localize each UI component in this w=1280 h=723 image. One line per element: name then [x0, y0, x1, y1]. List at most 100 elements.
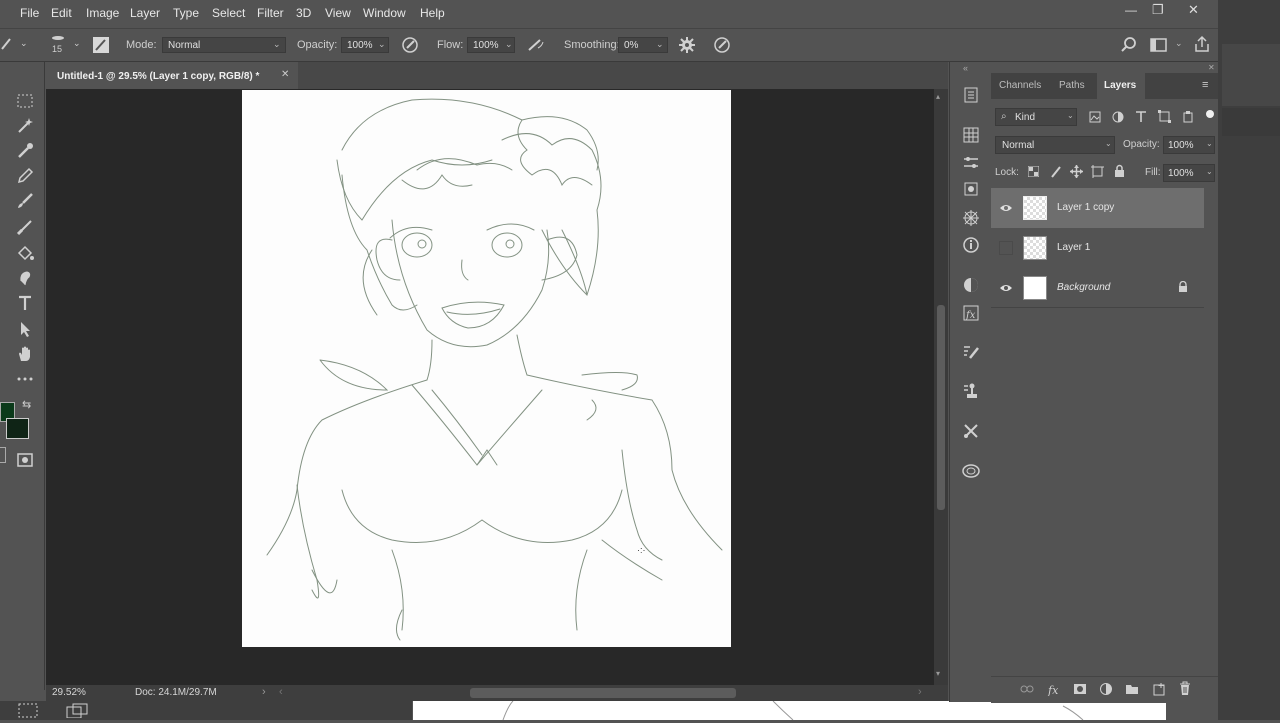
filter-adjustment-icon[interactable]	[1112, 111, 1124, 123]
filter-shape-icon[interactable]	[1158, 110, 1171, 123]
scroll-right-icon[interactable]: ›	[918, 686, 922, 698]
path-selection-tool-icon[interactable]	[14, 318, 36, 340]
screen-mode-icon[interactable]	[18, 703, 38, 718]
lock-artboard-icon[interactable]	[1091, 165, 1104, 178]
layer-style-icon[interactable]: fx	[1047, 682, 1061, 697]
tab-channels[interactable]: Channels	[999, 80, 1041, 91]
tab-paths[interactable]: Paths	[1059, 80, 1085, 91]
eye-icon[interactable]	[999, 201, 1013, 215]
smoothing-chevron-icon[interactable]: ⌄	[656, 39, 664, 50]
scroll-left-icon[interactable]: ‹	[279, 686, 283, 698]
styles-icon[interactable]: fx	[960, 302, 982, 324]
menu-file[interactable]: File	[20, 6, 39, 20]
brush-settings-icon[interactable]	[92, 36, 110, 54]
opacity-chevron-icon[interactable]: ⌄	[378, 39, 386, 50]
new-fill-adjustment-icon[interactable]	[1099, 682, 1113, 696]
clone-stamp-tool-icon[interactable]	[14, 216, 36, 238]
libraries-icon[interactable]	[960, 178, 982, 200]
tab-layers[interactable]: Layers	[1104, 80, 1136, 91]
menu-3d[interactable]: 3D	[296, 6, 311, 20]
menu-filter[interactable]: Filter	[257, 6, 284, 20]
pencil-tool-icon[interactable]	[14, 165, 36, 187]
info-icon[interactable]	[960, 234, 982, 256]
edit-toolbar-icon[interactable]	[0, 447, 6, 463]
filter-smart-object-icon[interactable]	[1182, 110, 1194, 123]
document-tab[interactable]: Untitled-1 @ 29.5% (Layer 1 copy, RGB/8)…	[46, 62, 299, 89]
layer-row-layer-1-copy[interactable]: Layer 1 copy	[991, 188, 1204, 228]
panel-close-icon[interactable]: ✕	[1208, 63, 1215, 72]
menu-help[interactable]: Help	[420, 6, 445, 20]
restore-button[interactable]: ❐	[1152, 2, 1164, 18]
eye-icon[interactable]	[999, 281, 1013, 295]
status-menu-arrow-icon[interactable]: ›	[262, 686, 266, 698]
tool-presets-icon[interactable]	[960, 420, 982, 442]
blend-mode-select[interactable]: Normal ⌄	[995, 136, 1115, 154]
navigator-icon[interactable]	[960, 207, 982, 229]
scroll-up-icon[interactable]: ▴	[936, 92, 940, 101]
lock-transparent-icon[interactable]	[1027, 165, 1040, 178]
tool-preset-chevron-icon[interactable]: ⌄	[20, 38, 28, 49]
brush-tool-icon[interactable]	[0, 35, 12, 53]
gear-icon[interactable]	[678, 36, 696, 54]
panel-menu-icon[interactable]: ≡	[1202, 79, 1208, 91]
menu-image[interactable]: Image	[86, 6, 119, 20]
menu-select[interactable]: Select	[212, 6, 245, 20]
link-layers-icon[interactable]	[1020, 684, 1034, 694]
menu-view[interactable]: View	[325, 6, 351, 20]
mode-chevron-icon[interactable]: ⌄	[273, 39, 281, 50]
clone-source-icon[interactable]	[960, 380, 982, 402]
workspace-chevron-icon[interactable]: ⌄	[1175, 38, 1183, 49]
mode-select[interactable]: Normal	[162, 37, 286, 53]
pressure-opacity-icon[interactable]	[401, 36, 419, 54]
horizontal-scroll-thumb[interactable]	[470, 688, 736, 698]
minimize-button[interactable]: —	[1125, 3, 1137, 17]
creative-cloud-icon[interactable]	[960, 460, 982, 482]
fill-input[interactable]: 100% ⌄	[1163, 164, 1215, 182]
adjustments-icon[interactable]	[960, 152, 982, 174]
menu-edit[interactable]: Edit	[51, 6, 72, 20]
menu-window[interactable]: Window	[363, 6, 406, 20]
menu-type[interactable]: Type	[173, 6, 199, 20]
close-tab-icon[interactable]: ✕	[281, 69, 289, 80]
collapse-dock-icon[interactable]: «	[963, 63, 968, 73]
new-group-icon[interactable]	[1125, 682, 1139, 696]
brush-settings-panel-icon[interactable]	[960, 341, 982, 363]
swap-colors-icon[interactable]: ⇆	[22, 398, 31, 411]
close-button[interactable]: ✕	[1188, 2, 1199, 18]
brush-preview-icon[interactable]	[50, 33, 66, 43]
menu-layer[interactable]: Layer	[130, 6, 160, 20]
visibility-toggle[interactable]	[999, 241, 1013, 255]
smudge-tool-icon[interactable]	[14, 267, 36, 289]
delete-layer-icon[interactable]	[1178, 681, 1192, 696]
airbrush-icon[interactable]	[526, 36, 546, 54]
magic-wand-tool-icon[interactable]	[14, 115, 36, 137]
quick-mask-icon[interactable]	[14, 449, 36, 471]
zoom-level[interactable]: 29.52%	[52, 687, 86, 698]
background-color-swatch[interactable]	[6, 418, 29, 439]
scroll-down-icon[interactable]: ▾	[936, 669, 940, 678]
new-layer-icon[interactable]	[1152, 682, 1166, 696]
swatches-icon[interactable]	[960, 124, 982, 146]
layer-name[interactable]: Layer 1 copy	[1057, 202, 1114, 213]
flow-chevron-icon[interactable]: ⌄	[505, 39, 513, 50]
eyedropper-tool-icon[interactable]	[14, 140, 36, 162]
layer-name[interactable]: Layer 1	[1057, 242, 1090, 253]
layer-opacity-input[interactable]: 100% ⌄	[1163, 136, 1215, 154]
filter-toggle[interactable]	[1206, 110, 1214, 118]
pressure-size-icon[interactable]	[713, 36, 731, 54]
workspace-icon[interactable]	[1150, 37, 1168, 53]
hand-tool-icon[interactable]	[14, 343, 36, 365]
more-tools-icon[interactable]	[14, 368, 36, 390]
brush-picker-chevron-icon[interactable]: ⌄	[73, 38, 81, 49]
lock-pixels-icon[interactable]	[1050, 165, 1062, 178]
layer-row-layer-1[interactable]: Layer 1	[991, 228, 1204, 268]
artboard-icon[interactable]	[66, 703, 90, 719]
history-icon[interactable]	[960, 84, 982, 106]
layer-row-background[interactable]: Background	[991, 268, 1204, 308]
search-icon[interactable]	[1120, 36, 1138, 54]
type-tool-icon[interactable]	[14, 292, 36, 314]
add-mask-icon[interactable]	[1073, 682, 1087, 696]
layer-name[interactable]: Background	[1057, 282, 1110, 293]
filter-pixel-icon[interactable]	[1089, 111, 1101, 123]
filter-type-icon[interactable]	[1135, 110, 1147, 123]
